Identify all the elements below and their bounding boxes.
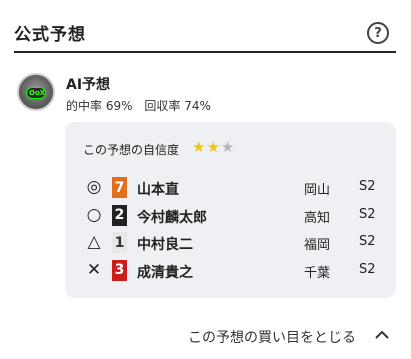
avatar-text: OoX bbox=[29, 89, 46, 97]
confidence-stars: ★★★ bbox=[192, 138, 235, 156]
racer-number: 7 bbox=[112, 177, 127, 198]
chevron-up-icon[interactable] bbox=[373, 326, 391, 344]
racer-class: S2 bbox=[359, 206, 376, 222]
ai-robot-icon: OoX bbox=[26, 87, 46, 99]
return-rate-label: 回収率 bbox=[144, 99, 181, 113]
racer-number: 2 bbox=[112, 204, 127, 226]
prediction-row: ✕ 3 成清貴之 千葉 S2 bbox=[65, 259, 396, 281]
hit-rate-label: 的中率 bbox=[66, 99, 103, 113]
racer-name: 今村麟太郎 bbox=[137, 209, 207, 226]
racer-place: 高知 bbox=[304, 210, 331, 226]
racer-number: 3 bbox=[112, 259, 127, 281]
help-icon[interactable]: ? bbox=[367, 22, 389, 44]
header: 公式予想 ? bbox=[0, 0, 411, 56]
prediction-mark: ○ bbox=[86, 204, 102, 225]
racer-class: S2 bbox=[359, 234, 376, 249]
racer-class: S2 bbox=[359, 261, 376, 277]
racer-number: 1 bbox=[112, 232, 127, 253]
racer-place: 千葉 bbox=[304, 265, 331, 281]
prediction-mark: ✕ bbox=[86, 259, 102, 280]
prediction-row: △ 1 中村良二 福岡 S2 bbox=[65, 231, 396, 253]
racer-name: 成清貴之 bbox=[137, 264, 193, 281]
prediction-mark: △ bbox=[87, 232, 101, 252]
hit-rate-value: 69% bbox=[105, 99, 133, 113]
ai-title: AI予想 bbox=[66, 77, 111, 93]
star-filled-icon: ★ bbox=[206, 138, 221, 156]
ai-avatar: OoX bbox=[17, 73, 55, 111]
collapse-button[interactable]: この予想の買い目をとじる bbox=[188, 327, 356, 347]
star-empty-icon: ★ bbox=[220, 138, 236, 156]
racer-name: 山本直 bbox=[137, 182, 179, 198]
header-divider bbox=[14, 51, 396, 53]
racer-place: 岡山 bbox=[304, 183, 331, 198]
prediction-row: ○ 2 今村麟太郎 高知 S2 bbox=[65, 204, 396, 226]
ai-stats: 的中率 69% 回収率 74% bbox=[66, 97, 211, 114]
racer-place: 福岡 bbox=[304, 238, 331, 253]
star-filled-icon: ★ bbox=[192, 138, 207, 156]
return-rate-value: 74% bbox=[184, 99, 211, 113]
racer-class: S2 bbox=[359, 179, 376, 194]
prediction-mark: ◎ bbox=[86, 177, 102, 197]
prediction-row: ◎ 7 山本直 岡山 S2 bbox=[65, 176, 396, 198]
page-title: 公式予想 bbox=[14, 25, 86, 45]
confidence-label: この予想の自信度 bbox=[83, 143, 180, 157]
racer-name: 中村良二 bbox=[137, 237, 193, 253]
prediction-panel: この予想の自信度 ★★★ ◎ 7 山本直 岡山 S2 ○ 2 今村麟太郎 高知 S2 △ 1 中村良二福… bbox=[65, 122, 396, 298]
